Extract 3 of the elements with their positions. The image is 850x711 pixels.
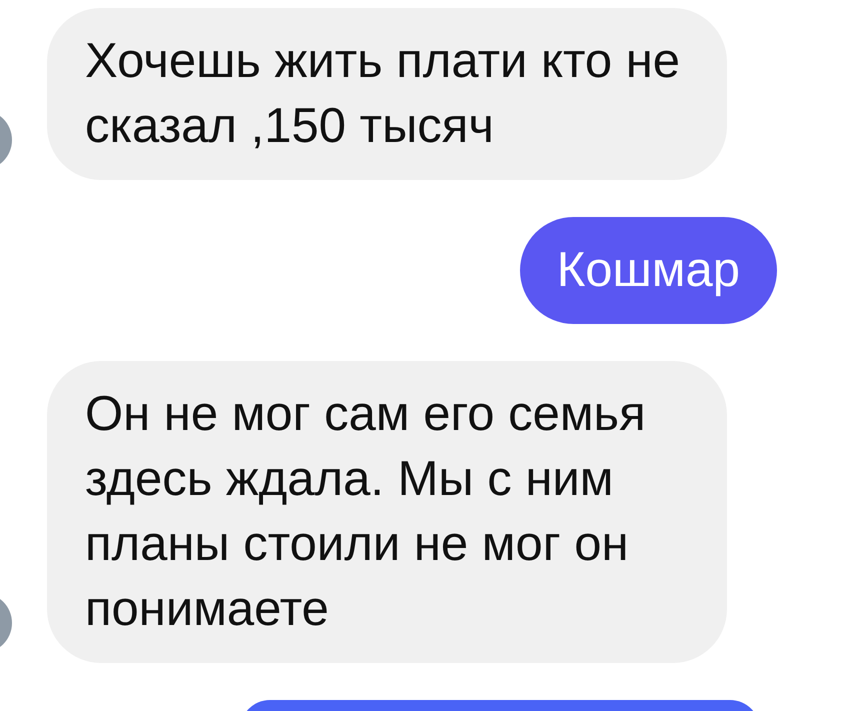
message-bubble: Кошмар xyxy=(520,217,777,324)
message-bubble: Хочешь жить плати кто не сказал ,150 тысяч xyxy=(47,8,727,180)
message-bubble: Он не мог сам его семья здесь ждала. Мы с ним планы стоили не мог он понимаете xyxy=(47,361,727,663)
